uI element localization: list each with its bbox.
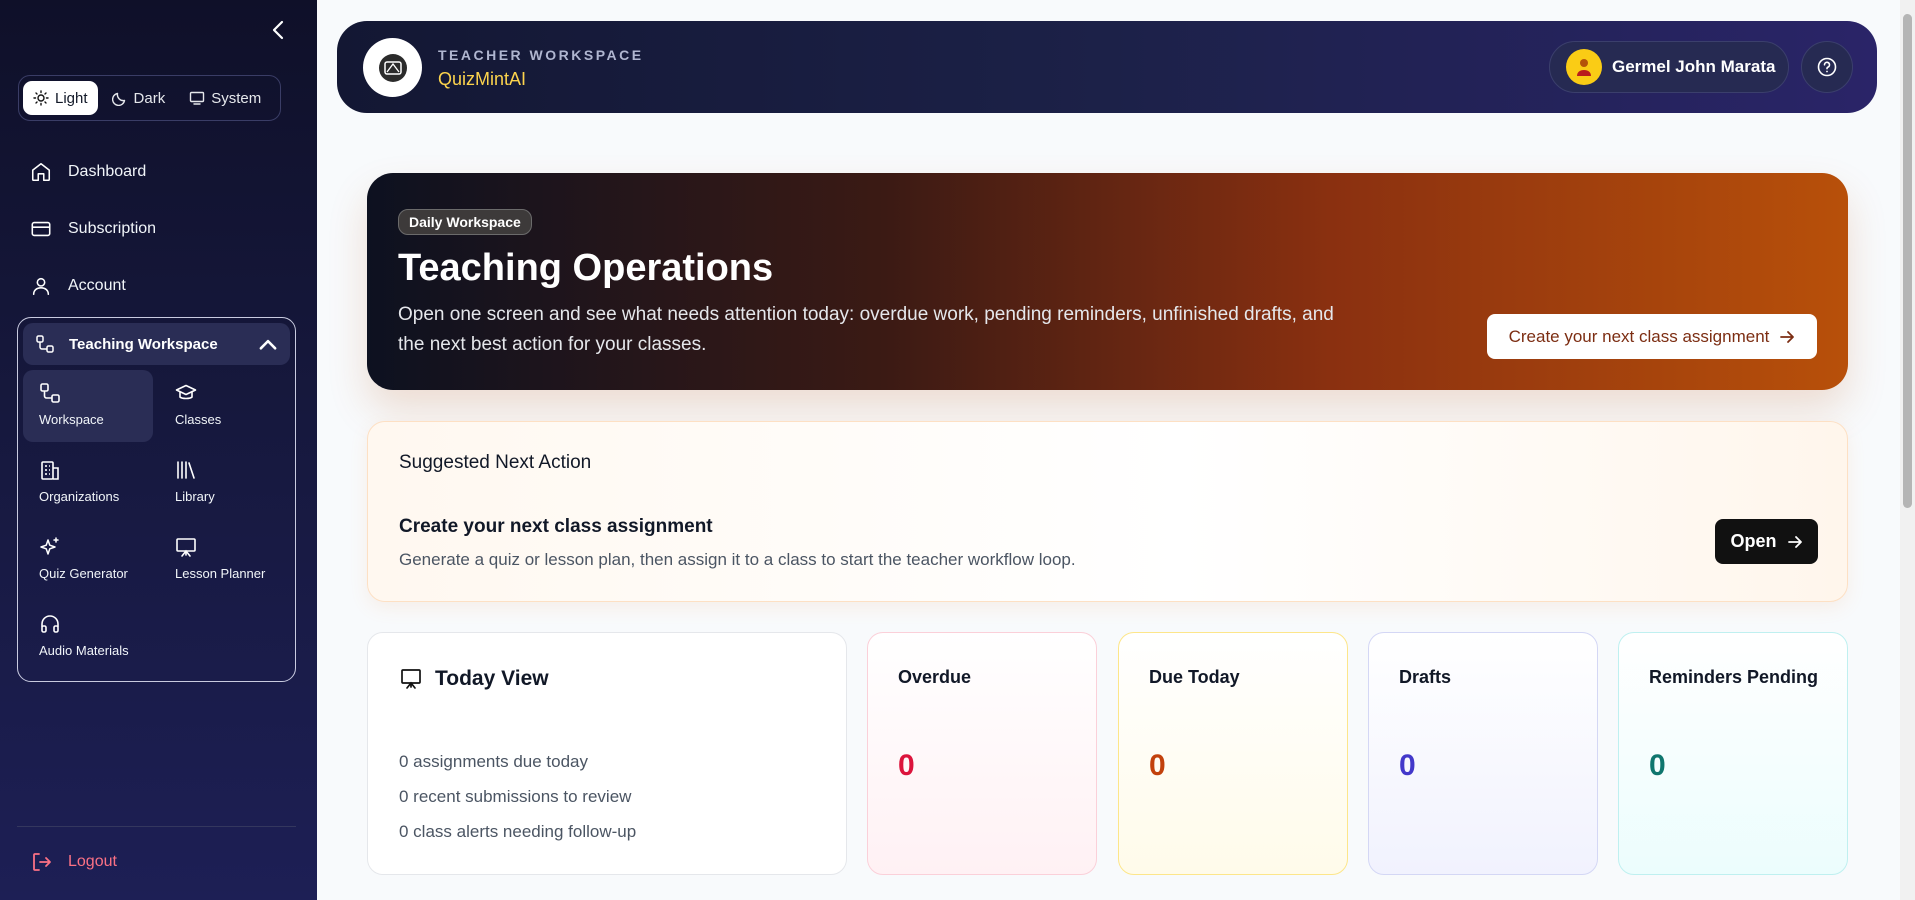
stat-value: 0 xyxy=(1649,749,1666,782)
page-scrollbar[interactable] xyxy=(1903,14,1912,508)
app-logo xyxy=(363,38,422,97)
chevron-up-icon xyxy=(259,339,277,350)
theme-dark-label: Dark xyxy=(133,89,166,107)
building-icon xyxy=(41,461,59,480)
workflow-icon xyxy=(36,335,54,353)
ws-item-organizations[interactable]: Organizations xyxy=(23,447,153,519)
workflow-icon xyxy=(40,383,60,403)
chevron-left-icon xyxy=(272,20,284,40)
stat-value: 0 xyxy=(1149,749,1166,782)
hero-title: Teaching Operations xyxy=(398,247,774,289)
create-assignment-button[interactable]: Create your next class assignment xyxy=(1487,314,1817,359)
teaching-workspace-toggle[interactable]: Teaching Workspace xyxy=(23,323,290,365)
ws-item-lesson-planner-label: Lesson Planner xyxy=(175,566,266,581)
open-label: Open xyxy=(1730,531,1777,551)
nav-subscription-label: Subscription xyxy=(68,220,157,237)
moon-icon xyxy=(111,92,125,106)
workspace-subtitle: TEACHER WORKSPACE xyxy=(438,47,644,63)
suggested-next-action-card: Suggested Next Action Create your next c… xyxy=(367,421,1848,602)
stat-value: 0 xyxy=(898,749,915,782)
sparkles-icon xyxy=(40,537,59,555)
nav-dashboard[interactable]: Dashboard xyxy=(30,161,146,183)
teaching-workspace-label: Teaching Workspace xyxy=(69,335,218,353)
list-item: 0 class alerts needing follow-up xyxy=(399,822,637,841)
theme-toggle: Light Dark System xyxy=(18,75,281,121)
collapse-sidebar-button[interactable] xyxy=(268,18,288,42)
ws-item-classes[interactable]: Classes xyxy=(159,370,289,442)
ws-item-audio-materials[interactable]: Audio Materials xyxy=(23,601,153,673)
create-assignment-label: Create your next class assignment xyxy=(1508,326,1770,346)
headphones-icon xyxy=(41,615,59,633)
theme-light-option[interactable]: Light xyxy=(23,81,98,115)
daily-workspace-badge: Daily Workspace xyxy=(398,209,532,235)
hero-description: Open one screen and see what needs atten… xyxy=(398,304,1334,355)
help-button[interactable] xyxy=(1801,41,1853,93)
ws-item-workspace[interactable]: Workspace xyxy=(23,370,153,442)
presentation-icon xyxy=(176,538,196,557)
theme-dark-option[interactable]: Dark xyxy=(102,81,176,115)
ws-item-library[interactable]: Library xyxy=(159,447,289,519)
sidebar-divider xyxy=(17,826,296,827)
stat-value: 0 xyxy=(1399,749,1416,782)
home-icon xyxy=(31,162,51,182)
stat-drafts[interactable]: Drafts 0 xyxy=(1368,632,1598,875)
today-view-header: Today View xyxy=(399,667,549,691)
ws-item-library-label: Library xyxy=(175,489,215,504)
today-view-card: Today View 0 assignments due today 0 rec… xyxy=(367,632,847,875)
logo-icon xyxy=(378,53,407,82)
section-title: Suggested Next Action xyxy=(399,452,592,473)
theme-system-option[interactable]: System xyxy=(179,81,271,115)
list-item: 0 recent submissions to review xyxy=(399,787,632,806)
arrow-right-icon xyxy=(1780,330,1795,343)
graduation-cap-icon xyxy=(175,384,197,400)
nav-dashboard-label: Dashboard xyxy=(68,163,147,180)
stat-overdue[interactable]: Overdue 0 xyxy=(867,632,1097,875)
ws-item-classes-label: Classes xyxy=(175,412,222,427)
today-view-title: Today View xyxy=(435,667,549,690)
nav-account[interactable]: Account xyxy=(30,275,126,297)
logout-icon xyxy=(33,853,51,871)
theme-system-label: System xyxy=(211,89,262,107)
stat-reminders-pending[interactable]: Reminders Pending 0 xyxy=(1618,632,1848,875)
logout-button[interactable]: Logout xyxy=(30,850,117,874)
logout-label: Logout xyxy=(68,853,117,870)
stat-label: Reminders Pending xyxy=(1649,667,1819,687)
presentation-icon xyxy=(401,669,421,689)
ws-item-workspace-label: Workspace xyxy=(39,412,104,427)
top-header: TEACHER WORKSPACE QuizMintAI Germel John… xyxy=(337,21,1877,113)
teaching-workspace-group: Teaching Workspace Workspace Classes Org… xyxy=(17,317,296,682)
user-icon xyxy=(32,277,50,296)
app-title: QuizMintAI xyxy=(438,69,527,89)
library-icon xyxy=(177,461,195,479)
avatar xyxy=(1566,49,1602,85)
ws-item-quiz-generator-label: Quiz Generator xyxy=(39,566,128,581)
credit-card-icon xyxy=(31,221,51,237)
list-item: 0 assignments due today xyxy=(399,752,589,771)
ws-item-audio-materials-label: Audio Materials xyxy=(39,643,129,658)
ws-item-organizations-label: Organizations xyxy=(39,489,120,504)
open-button[interactable]: Open xyxy=(1715,519,1818,564)
arrow-right-icon xyxy=(1787,535,1802,548)
help-circle-icon xyxy=(1817,57,1837,77)
stat-label: Drafts xyxy=(1399,667,1452,687)
sidebar: Light Dark System Dashboard Subscription… xyxy=(0,0,317,900)
avatar-icon xyxy=(1577,59,1591,76)
stat-label: Overdue xyxy=(898,667,972,687)
user-menu-button[interactable]: Germel John Marata xyxy=(1549,41,1789,93)
stat-due-today[interactable]: Due Today 0 xyxy=(1118,632,1348,875)
user-name: Germel John Marata xyxy=(1612,57,1776,76)
nav-account-label: Account xyxy=(68,277,126,294)
theme-light-label: Light xyxy=(55,89,88,107)
stat-label: Due Today xyxy=(1149,667,1240,687)
nav-subscription[interactable]: Subscription xyxy=(30,218,156,240)
monitor-icon xyxy=(190,91,205,105)
ws-item-lesson-planner[interactable]: Lesson Planner xyxy=(159,524,289,596)
sun-icon xyxy=(33,90,49,106)
hero-banner: Daily Workspace Teaching Operations Open… xyxy=(367,173,1848,390)
suggestion-title: Create your next class assignment xyxy=(399,516,713,537)
suggestion-description: Generate a quiz or lesson plan, then ass… xyxy=(399,550,1076,569)
ws-item-quiz-generator[interactable]: Quiz Generator xyxy=(23,524,153,596)
